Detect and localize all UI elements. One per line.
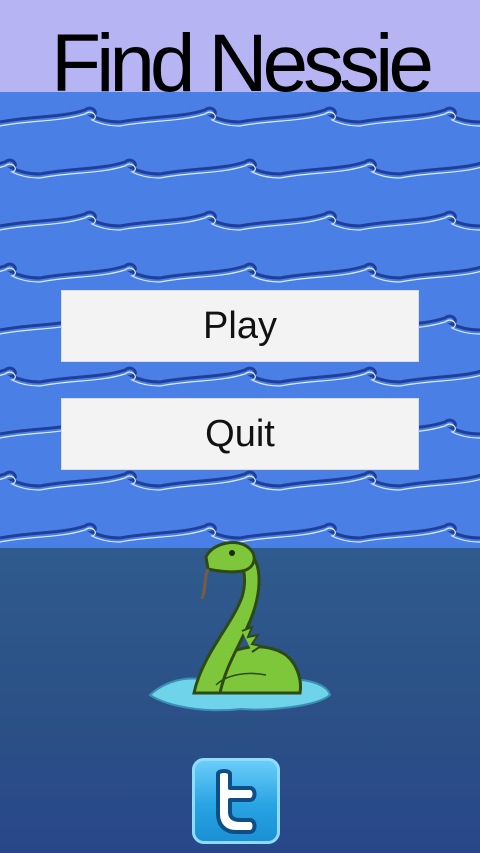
quit-button[interactable]: Quit [61,398,419,470]
play-button[interactable]: Play [61,290,419,362]
twitter-share-button[interactable] [192,758,280,844]
nessie-icon [148,541,332,712]
twitter-icon [216,769,257,834]
